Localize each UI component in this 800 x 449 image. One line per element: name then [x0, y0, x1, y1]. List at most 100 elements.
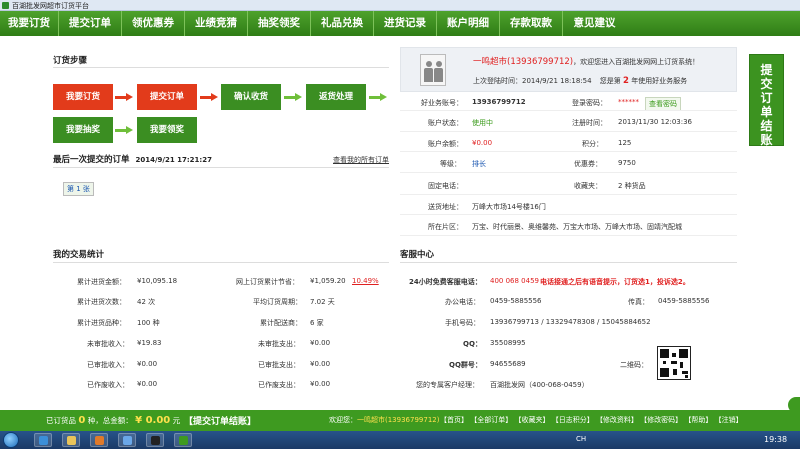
terminal-icon[interactable] — [146, 433, 164, 447]
footer-bar: 已订货品 0 种，总金额： ¥ 0.00 元 【提交订单结账】 欢迎您：一鸣超市… — [0, 410, 800, 431]
register-time-label: 注册时间： — [572, 119, 607, 127]
ie-icon[interactable] — [34, 433, 52, 447]
clock[interactable]: 19:38 — [764, 435, 787, 444]
last-order-title: 最后一次提交的订单 2014/9/21 17:21:27 — [53, 155, 212, 165]
nav-purchase-records[interactable]: 进货记录 — [374, 11, 437, 36]
step-lottery[interactable]: 我要抽奖 — [53, 117, 113, 143]
start-button[interactable] — [3, 432, 19, 448]
divider — [400, 172, 737, 173]
nav-account-detail[interactable]: 账户明细 — [437, 11, 500, 36]
coupon-label: 优惠券： — [574, 160, 602, 168]
footer-link-profile[interactable]: 【修改资料】 — [596, 416, 638, 424]
order-page-link[interactable]: 第 1 张 — [63, 182, 94, 196]
app-icon — [2, 2, 9, 9]
nav-deposit[interactable]: 存款取款 — [500, 11, 563, 36]
qq-group-label: QQ群号： — [449, 361, 482, 369]
area-label: 所在片区： — [428, 223, 463, 231]
divider — [53, 67, 389, 68]
stat-value: 6 家 — [310, 319, 324, 327]
nav-order-goods[interactable]: 我要订货 — [0, 11, 59, 36]
level-label: 等级： — [440, 160, 461, 168]
coupon-value: 9750 — [618, 159, 636, 167]
favorites-value: 2 种货品 — [618, 182, 646, 190]
arrow-icon — [115, 93, 133, 101]
stat-label: 累计进货次数： — [77, 298, 126, 306]
stat-label: 累计配送商： — [260, 319, 302, 327]
nav-submit-order[interactable]: 提交订单 — [59, 11, 122, 36]
qrcode-image — [657, 346, 691, 380]
qq-label: QQ： — [463, 340, 482, 348]
step-order-goods[interactable]: 我要订货 — [53, 84, 113, 110]
footer-link-orders[interactable]: 【全部订单】 — [470, 416, 512, 424]
language-indicator[interactable]: CH — [576, 435, 586, 443]
address-label: 送货地址： — [428, 203, 463, 211]
balance-value: ¥0.00 — [472, 139, 493, 147]
mobile-value: 13936799713 / 13329478308 / 15045884652 — [490, 318, 651, 326]
savings-percent: 10.49% — [352, 277, 379, 285]
fax-value: 0459-5885556 — [658, 297, 710, 305]
stat-value: ¥19.83 — [137, 339, 162, 347]
view-password-button[interactable]: 查看密码 — [645, 97, 681, 111]
step-claim-prize[interactable]: 我要领奖 — [137, 117, 197, 143]
stat-value: 100 种 — [137, 319, 160, 327]
footer-checkout-button[interactable]: 【提交订单结账】 — [184, 414, 256, 427]
folder-icon[interactable] — [62, 433, 80, 447]
stat-label: 已作废支出： — [258, 381, 300, 389]
footer-link-password[interactable]: 【修改密码】 — [640, 416, 682, 424]
office-phone-value: 0459-5885556 — [490, 297, 542, 305]
stat-label: 累计进货品种： — [77, 319, 126, 327]
nav-coupons[interactable]: 领优惠券 — [122, 11, 185, 36]
nav-gift-exchange[interactable]: 礼品兑换 — [311, 11, 374, 36]
qq-group-value: 94655689 — [490, 360, 526, 368]
stat-label: 未审批支出： — [258, 340, 300, 348]
account-id-label: 好业务账号： — [421, 99, 463, 107]
app-window-icon[interactable] — [174, 433, 192, 447]
qq-value: 35508995 — [490, 339, 526, 347]
browser-icon[interactable] — [118, 433, 136, 447]
stat-value: 7.02 天 — [310, 298, 335, 306]
stat-value: ¥0.00 — [310, 339, 331, 347]
stat-label: 累计进货金额： — [77, 278, 126, 286]
steps-title: 订货步骤 — [53, 56, 88, 66]
phone-label: 固定电话： — [428, 182, 463, 190]
divider — [400, 151, 737, 152]
level-value: 排长 — [472, 160, 486, 168]
fax-label: 传真： — [628, 298, 649, 306]
step-submit-order[interactable]: 提交订单 — [137, 84, 197, 110]
arrow-icon — [115, 126, 133, 134]
nav-feedback[interactable]: 意见建议 — [563, 11, 626, 36]
nav-guess[interactable]: 业绩竞猜 — [185, 11, 248, 36]
footer-link-logout[interactable]: 【注销】 — [715, 416, 743, 424]
arrow-icon — [369, 93, 387, 101]
window-title: 百湖批发网超市订货平台 — [12, 2, 89, 10]
window-titlebar: 百湖批发网超市订货平台 — [0, 0, 800, 11]
account-id-value: 13936799712 — [472, 98, 526, 106]
view-all-orders-link[interactable]: 查看我的所有订单 — [333, 155, 389, 165]
divider — [53, 262, 389, 263]
service-title: 客服中心 — [400, 250, 435, 260]
footer-link-home[interactable]: 【首页】 — [440, 416, 468, 424]
checkout-side-button[interactable]: 提交订单结账 — [749, 54, 784, 147]
footer-link-help[interactable]: 【帮助】 — [684, 416, 712, 424]
last-login-line: 上次登陆时间：2014/9/21 18:18:54 您是第 2 年使用好业务服务 — [473, 76, 688, 86]
points-value: 125 — [618, 139, 632, 147]
mobile-label: 手机号码： — [445, 319, 480, 327]
arrow-icon — [200, 93, 218, 101]
balance-label: 账户余额： — [428, 140, 463, 148]
footer-link-log[interactable]: 【日志积分】 — [552, 416, 594, 424]
nav-lottery[interactable]: 抽奖领奖 — [248, 11, 311, 36]
divider — [53, 167, 389, 168]
divider — [400, 131, 737, 132]
welcome-line: 一鸣超市(13936799712)，欢迎您进入百湖批发网网上订货系统！ — [473, 57, 700, 67]
hotline-label: 24小时免费客服电话： — [409, 278, 482, 286]
stat-label: 已审批支出： — [258, 361, 300, 369]
arrow-icon — [284, 93, 302, 101]
divider — [400, 235, 737, 236]
step-confirm-receipt[interactable]: 确认收货 — [221, 84, 281, 110]
divider — [400, 262, 737, 263]
step-return-goods[interactable]: 返货处理 — [306, 84, 366, 110]
media-icon[interactable] — [90, 433, 108, 447]
stat-value: ¥0.00 — [310, 360, 331, 368]
footer-link-favorites[interactable]: 【收藏夹】 — [514, 416, 549, 424]
divider — [400, 110, 737, 111]
